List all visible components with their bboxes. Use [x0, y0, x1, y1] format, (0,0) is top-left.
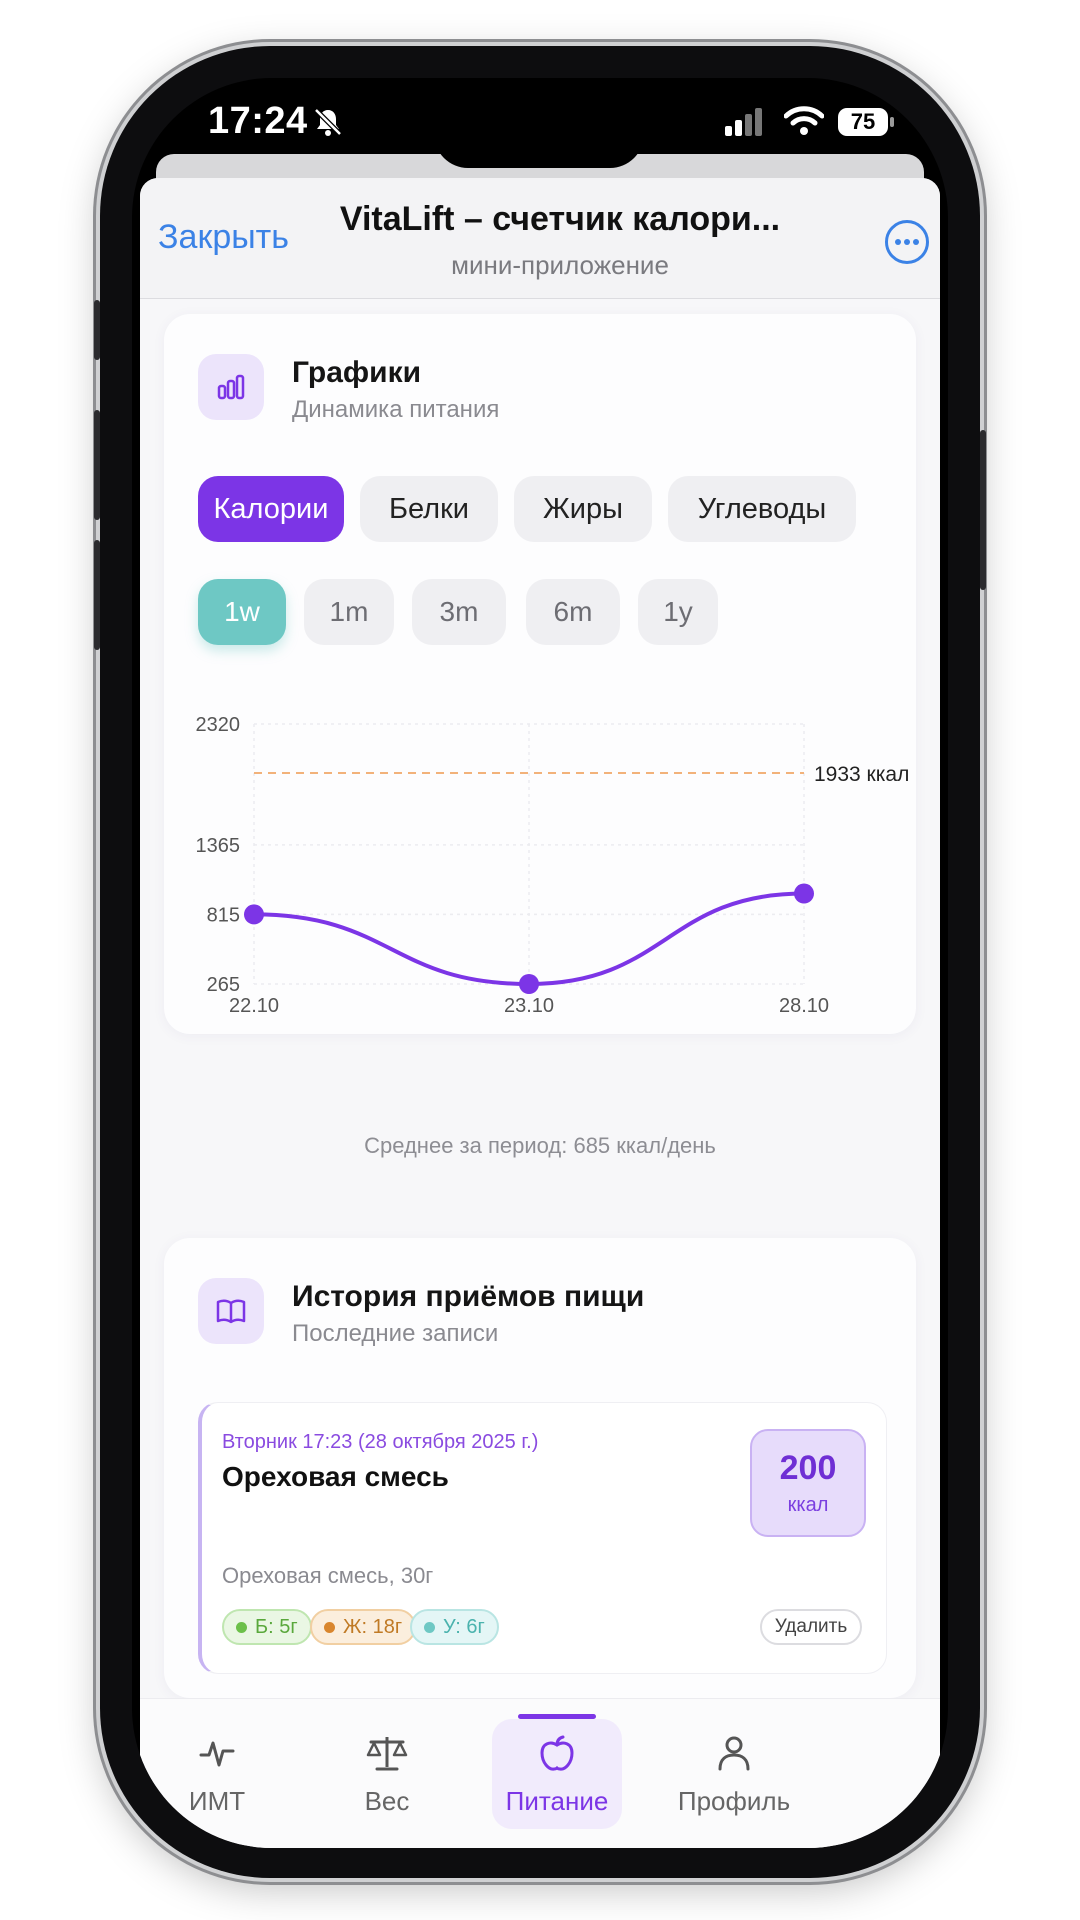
history-title: История приёмов пищи [292, 1280, 645, 1313]
phone-screen: 17:24 75 Закрыть VitaLift – счетчик кало… [132, 78, 948, 1848]
bell-muted-icon [314, 108, 342, 136]
tab-bmi[interactable]: ИМТ [152, 1719, 282, 1829]
bottom-tab-bar: ИМТ Вес Питание Профиль [140, 1698, 940, 1848]
scale-icon [366, 1737, 408, 1771]
target-line-label: 1933 ккал [814, 763, 909, 786]
wifi-icon [784, 106, 824, 135]
x-tick-label: 28.10 [779, 995, 829, 1017]
meal-calories-value: 200 [779, 1449, 837, 1487]
data-point [519, 974, 539, 994]
meal-calories-badge: 200 ккал [750, 1429, 866, 1537]
period-3m[interactable]: 3m [412, 579, 506, 645]
pulse-icon [199, 1741, 235, 1767]
y-tick-label: 2320 [196, 714, 241, 736]
book-icon [198, 1278, 264, 1344]
tab-calories[interactable]: Калории [198, 476, 344, 542]
apple-icon [540, 1735, 574, 1771]
tab-carbs[interactable]: Углеводы [668, 476, 856, 542]
mini-app-header: Закрыть VitaLift – счетчик калори... мин… [140, 178, 940, 299]
period-1y[interactable]: 1y [638, 579, 718, 645]
meal-description: Ореховая смесь, 30г [222, 1563, 434, 1588]
delete-button[interactable]: Удалить [760, 1609, 862, 1645]
mute-switch [94, 300, 100, 360]
battery-indicator: 75 [838, 108, 894, 136]
protein-label: Б: 5г [255, 1615, 298, 1638]
tab-bmi-label: ИМТ [188, 1786, 246, 1816]
tab-fats[interactable]: Жиры [514, 476, 652, 542]
bar-chart-icon [198, 354, 264, 420]
tab-weight[interactable]: Вес [322, 1719, 452, 1829]
period-1m[interactable]: 1m [304, 579, 394, 645]
calories-line-chart: 265 815 1365 2320 22.10 23.10 28.10 1933 ккал [196, 714, 910, 1017]
tab-profile-label: Профиль [677, 1786, 791, 1816]
fat-dot-icon [324, 1621, 335, 1633]
more-dot-icon [913, 239, 919, 245]
data-point [244, 904, 264, 925]
tab-protein[interactable]: Белки [360, 476, 498, 542]
more-dot-icon [895, 239, 901, 245]
meal-name: Ореховая смесь [222, 1461, 449, 1492]
mini-app-sheet: Закрыть VitaLift – счетчик калори... мин… [140, 178, 940, 1848]
tab-nutrition-label: Питание [505, 1786, 609, 1816]
status-time: 17:24 [208, 100, 308, 142]
charts-card: Графики Динамика питания Калории Белки Ж… [164, 314, 916, 1158]
fat-label: Ж: 18г [343, 1615, 403, 1638]
close-button[interactable]: Закрыть [158, 218, 289, 257]
tab-profile[interactable]: Профиль [662, 1719, 806, 1829]
tab-nutrition[interactable]: Питание [492, 1714, 622, 1829]
meal-entry[interactable]: Вторник 17:23 (28 октября 2025 г.) Орехо… [198, 1402, 887, 1674]
protein-dot-icon [236, 1621, 247, 1633]
average-text: Среднее за период: 685 ккал/день [364, 1133, 716, 1158]
tab-weight-label: Вес [364, 1786, 410, 1816]
history-card: История приёмов пищи Последние записи Вт… [164, 1238, 916, 1698]
camera-notch [434, 78, 644, 168]
volume-down-button [94, 540, 100, 650]
app-title: VitaLift – счетчик калори... [339, 200, 781, 238]
meal-calories-unit: ккал [787, 1494, 829, 1516]
history-subtitle: Последние записи [292, 1320, 499, 1347]
more-options-button[interactable] [885, 220, 929, 264]
x-tick-label: 23.10 [504, 995, 554, 1017]
period-6m[interactable]: 6m [526, 579, 620, 645]
more-dot-icon [904, 239, 910, 245]
carbs-badge: У: 6г [410, 1609, 499, 1645]
person-icon [718, 1736, 750, 1771]
x-tick-label: 22.10 [229, 995, 279, 1017]
carbs-dot-icon [424, 1621, 435, 1633]
carbs-label: У: 6г [443, 1615, 485, 1638]
charts-title: Графики [292, 356, 422, 389]
meal-date: Вторник 17:23 (28 октября 2025 г.) [222, 1431, 539, 1453]
power-button [980, 430, 986, 590]
volume-up-button [94, 410, 100, 520]
app-subtitle: мини-приложение [451, 250, 669, 280]
y-tick-label: 815 [207, 904, 240, 926]
active-tab-indicator [518, 1714, 596, 1719]
protein-badge: Б: 5г [222, 1609, 312, 1645]
cellular-signal-icon [725, 108, 762, 136]
y-tick-label: 1365 [196, 835, 241, 857]
y-tick-label: 265 [207, 974, 240, 996]
charts-subtitle: Динамика питания [292, 396, 500, 423]
fat-badge: Ж: 18г [310, 1609, 417, 1645]
data-point [794, 883, 814, 904]
period-1w[interactable]: 1w [198, 579, 286, 645]
